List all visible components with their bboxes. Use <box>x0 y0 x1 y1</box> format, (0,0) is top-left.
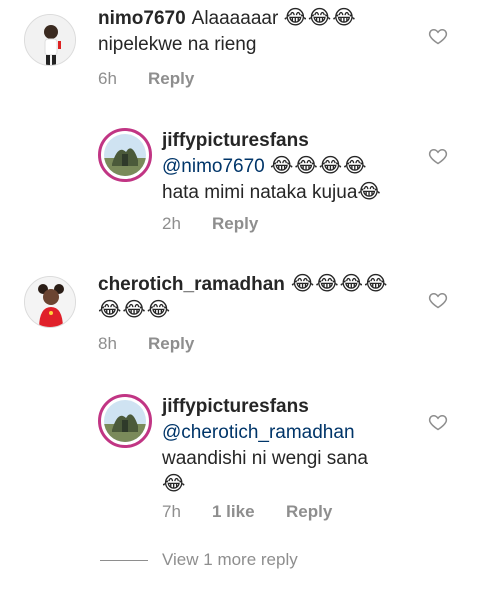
reply-button[interactable]: Reply <box>286 502 332 522</box>
comment-body-line: waandishi ni wengi sana <box>162 448 368 469</box>
reply-jiffypicturesfans-2: jiffypicturesfans @cherotich_ramadhan wa… <box>0 386 480 536</box>
comment-meta: 8h Reply <box>98 334 194 354</box>
timestamp: 6h <box>98 69 117 88</box>
username[interactable]: jiffypicturesfans <box>162 396 309 417</box>
avatar-outdoor-image <box>104 400 146 442</box>
heart-outline-icon[interactable] <box>428 412 448 432</box>
avatar-girl-image <box>25 15 75 65</box>
timestamp: 7h <box>162 502 181 521</box>
reply-button[interactable]: Reply <box>212 214 258 234</box>
timestamp: 2h <box>162 214 181 233</box>
laughing-emoji-icons: 😂😂😂 <box>283 5 357 29</box>
heart-outline-icon[interactable] <box>428 146 448 166</box>
comment-meta: 6h Reply <box>98 69 194 89</box>
comment-text: jiffypicturesfans @cherotich_ramadhan wa… <box>162 394 368 498</box>
mention-link[interactable]: @cherotich_ramadhan <box>162 422 355 443</box>
likes-count[interactable]: 1 like <box>212 502 286 522</box>
username[interactable]: nimo7670 <box>98 8 186 29</box>
comment-cherotich_ramadhan: cherotich_ramadhan 😂😂😂😂 😂😂😂 8h Reply <box>0 262 480 362</box>
laughing-emoji-icon: 😂 <box>357 179 382 203</box>
view-more-replies-button[interactable]: View 1 more reply <box>100 550 298 570</box>
laughing-emoji-icons: 😂😂😂😂 <box>290 271 389 295</box>
comment-body-line: hata mimi nataka kujua <box>162 182 358 203</box>
comment-meta: 2h Reply <box>162 214 258 234</box>
heart-outline-icon[interactable] <box>428 26 448 46</box>
heart-outline-icon[interactable] <box>428 290 448 310</box>
comment-text: jiffypicturesfans @nimo7670 😂😂😂😂 hata mi… <box>162 128 382 206</box>
laughing-emoji-icons: 😂😂😂😂 <box>270 153 368 177</box>
username[interactable]: jiffypicturesfans <box>162 130 309 151</box>
comment-body-line1: Alaaaaaar <box>191 8 279 29</box>
comment-body-line2: nipelekwe na rieng <box>98 34 257 55</box>
username[interactable]: cherotich_ramadhan <box>98 274 285 295</box>
comment-text: nimo7670 Alaaaaaar 😂😂😂 nipelekwe na rieng <box>98 6 357 58</box>
avatar-cherotich_ramadhan[interactable] <box>24 276 76 328</box>
laughing-emoji-icon: 😂 <box>162 471 187 495</box>
avatar-jiffypicturesfans[interactable] <box>98 394 152 448</box>
reply-button[interactable]: Reply <box>148 69 194 89</box>
comment-text: cherotich_ramadhan 😂😂😂😂 😂😂😂 <box>98 272 388 324</box>
mention-link[interactable]: @nimo7670 <box>162 156 265 177</box>
comment-meta: 7h 1 like Reply <box>162 502 332 522</box>
timestamp: 8h <box>98 334 117 353</box>
avatar-outdoor-image <box>104 134 146 176</box>
reply-jiffypicturesfans-1: jiffypicturesfans @nimo7670 😂😂😂😂 hata mi… <box>0 118 480 248</box>
comment-nimo7670: nimo7670 Alaaaaaar 😂😂😂 nipelekwe na rieng… <box>0 0 480 100</box>
avatar-jiffypicturesfans[interactable] <box>98 128 152 182</box>
view-more-label: View 1 more reply <box>162 550 298 569</box>
reply-button[interactable]: Reply <box>148 334 194 354</box>
divider-line <box>100 560 148 562</box>
avatar-nimo7670[interactable] <box>24 14 76 66</box>
avatar-child-image <box>25 277 75 327</box>
laughing-emoji-icons: 😂😂😂 <box>98 297 172 321</box>
